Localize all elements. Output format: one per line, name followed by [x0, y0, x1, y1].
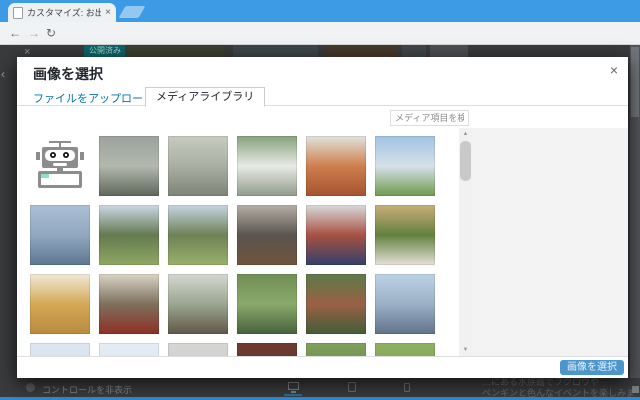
robot-graphic	[30, 136, 90, 196]
media-item-eruption-smoke[interactable]	[237, 205, 297, 265]
media-item-hilltop-grassland[interactable]	[375, 136, 435, 196]
media-item-pasture-with-fence[interactable]	[99, 205, 159, 265]
forward-icon[interactable]: →	[28, 26, 40, 40]
page-scrollbar	[630, 45, 640, 378]
media-item-seaweed-rice-bowl[interactable]	[375, 205, 435, 265]
modal-title: 画像を選択	[33, 64, 103, 84]
media-item-garden-maple-pond[interactable]	[306, 274, 366, 334]
scroll-up-icon[interactable]: ▲	[459, 128, 472, 140]
dimmed-preview-block	[402, 45, 426, 57]
active-device-underline	[284, 394, 302, 396]
media-item-spring-pond[interactable]	[237, 274, 297, 334]
media-grid	[30, 136, 471, 356]
media-item-zaru-soba-set[interactable]	[99, 274, 159, 334]
browser-tab[interactable]: カスタマイズ: お出かけ日記 ×	[8, 3, 116, 22]
media-item-onsen-street[interactable]	[99, 136, 159, 196]
select-image-button[interactable]: 画像を選択	[560, 360, 624, 375]
media-item-old-folk-house[interactable]	[168, 274, 228, 334]
tab-media-library[interactable]: メディアライブラリ	[145, 87, 265, 107]
media-item-pond-foliage[interactable]	[306, 343, 366, 356]
media-item-sky-clouds[interactable]	[30, 343, 90, 356]
scrollbar-thumb[interactable]	[460, 141, 471, 181]
media-item-suspension-bridge[interactable]	[375, 274, 435, 334]
desktop-preview-icon	[288, 382, 299, 390]
dimmed-preview-block	[326, 45, 398, 57]
media-item-green-grass[interactable]	[375, 343, 435, 356]
hide-controls-icon	[26, 383, 35, 392]
media-item-dark-red-building[interactable]	[237, 343, 297, 356]
media-item-steaming-hell-valley[interactable]	[237, 136, 297, 196]
media-grid-scrollbar[interactable]: ▲ ▼	[459, 128, 472, 356]
new-tab-button[interactable]	[119, 6, 146, 18]
media-router: ファイルをアップロード メディアライブラリ	[17, 87, 628, 106]
scroll-down-icon[interactable]: ▼	[459, 344, 472, 356]
dimmed-preview-block	[125, 45, 225, 57]
page-scrollbar-thumb	[631, 47, 639, 117]
dimmed-preview-text-2: ペンギンと色んなイベントを楽しみま	[482, 386, 635, 397]
tablet-preview-icon	[348, 382, 356, 392]
tab-close-icon[interactable]: ×	[105, 8, 111, 18]
media-item-robot-mascot[interactable]	[30, 136, 90, 196]
reload-icon[interactable]: ↻	[46, 26, 56, 40]
media-select-modal: 画像を選択 × ファイルをアップロード メディアライブラリ ▲ ▼ 画像を選択	[17, 57, 628, 378]
media-item-ropeway-station[interactable]	[306, 205, 366, 265]
browser-toolbar: ← → ↻ i www.kuroobi.jp/jin/wp-admin/cust…	[0, 22, 640, 45]
media-item-tempura-plate[interactable]	[30, 274, 90, 334]
publish-button-dimmed: 公開済み	[84, 45, 126, 57]
media-item-meadow-mountain[interactable]	[168, 205, 228, 265]
media-search-input[interactable]	[390, 110, 469, 126]
dimmed-preview-block	[233, 45, 318, 57]
hide-controls-label: コントロールを非表示	[42, 383, 132, 396]
tab-title: カスタマイズ: お出かけ日記	[27, 6, 101, 19]
modal-footer: 画像を選択	[17, 356, 628, 378]
media-item-hazy-volcano-view[interactable]	[30, 205, 90, 265]
media-item-red-blood-pond[interactable]	[306, 136, 366, 196]
monitor-stand-glyph	[291, 391, 296, 393]
browser-titlebar: カスタマイズ: お出かけ日記 ×	[0, 0, 640, 22]
dimmed-preview-block	[430, 45, 468, 57]
page-favicon-icon	[13, 7, 23, 19]
tab-upload-files[interactable]: ファイルをアップロード	[33, 90, 154, 106]
media-item-stone-hot-spring[interactable]	[168, 136, 228, 196]
back-icon[interactable]: ←	[9, 26, 21, 40]
collapse-sidebar-icon: ‹	[1, 67, 5, 81]
screen: カスタマイズ: お出かけ日記 × ← → ↻ i www.kuroobi.jp/…	[0, 0, 640, 400]
modal-close-icon[interactable]: ×	[610, 62, 618, 78]
attachment-details-sidebar	[472, 128, 628, 356]
phone-preview-icon	[404, 383, 410, 392]
media-item-gray-path[interactable]	[168, 343, 228, 356]
media-item-pale-sky[interactable]	[99, 343, 159, 356]
page-scrollbar-down-icon	[632, 386, 639, 393]
